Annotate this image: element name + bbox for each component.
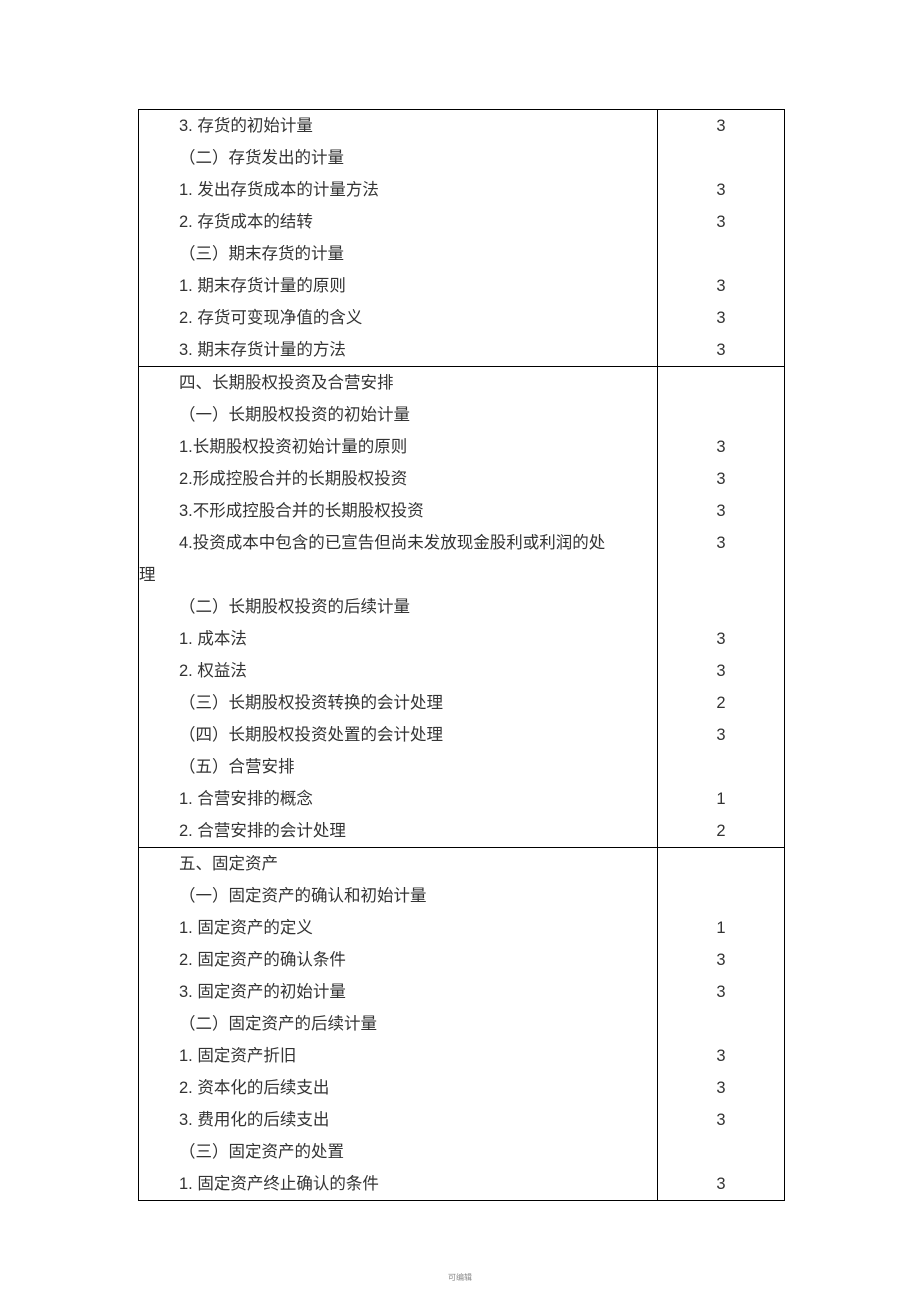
table-row: 五、固定资产（一）固定资产的确认和初始计量1. 固定资产的定义2. 固定资产的确…: [139, 848, 785, 1201]
outline-line: （四）长期股权投资处置的会计处理: [139, 719, 657, 751]
outline-line: 1. 期末存货计量的原则: [139, 270, 657, 302]
value-line: [658, 751, 784, 783]
outline-line: 四、长期股权投资及合营安排: [139, 367, 657, 399]
outline-line: 2. 存货成本的结转: [139, 206, 657, 238]
outline-cell: 五、固定资产（一）固定资产的确认和初始计量1. 固定资产的定义2. 固定资产的确…: [139, 848, 658, 1201]
outline-table: 3. 存货的初始计量（二）存货发出的计量1. 发出存货成本的计量方法2. 存货成…: [138, 109, 785, 1201]
value-line: 3: [658, 1104, 784, 1136]
outline-line: 3. 期末存货计量的方法: [139, 334, 657, 366]
outline-line: 1. 固定资产的定义: [139, 912, 657, 944]
page-footer: 可编辑: [0, 1272, 920, 1283]
outline-line: 2. 存货可变现净值的含义: [139, 302, 657, 334]
outline-cell: 四、长期股权投资及合营安排（一）长期股权投资的初始计量1.长期股权投资初始计量的…: [139, 367, 658, 848]
value-line: 3: [658, 1040, 784, 1072]
outline-line: （五）合营安排: [139, 751, 657, 783]
value-line: [658, 399, 784, 431]
value-line: 3: [658, 527, 784, 559]
value-line: 3: [658, 1072, 784, 1104]
value-line: 3: [658, 270, 784, 302]
outline-line: （二）固定资产的后续计量: [139, 1008, 657, 1040]
outline-line: 3. 固定资产的初始计量: [139, 976, 657, 1008]
table-row: 四、长期股权投资及合营安排（一）长期股权投资的初始计量1.长期股权投资初始计量的…: [139, 367, 785, 848]
value-line: 1: [658, 783, 784, 815]
value-line: 3: [658, 110, 784, 142]
value-line: [658, 880, 784, 912]
outline-cell: 3. 存货的初始计量（二）存货发出的计量1. 发出存货成本的计量方法2. 存货成…: [139, 110, 658, 367]
outline-line: 1. 固定资产折旧: [139, 1040, 657, 1072]
document-page: 3. 存货的初始计量（二）存货发出的计量1. 发出存货成本的计量方法2. 存货成…: [0, 0, 920, 1299]
value-line: [658, 1008, 784, 1040]
value-cell: 3333 3323 12: [658, 367, 785, 848]
value-line: 3: [658, 334, 784, 366]
outline-line: 2. 固定资产的确认条件: [139, 944, 657, 976]
value-line: [658, 1136, 784, 1168]
outline-line: （三）期末存货的计量: [139, 238, 657, 270]
outline-line: 4.投资成本中包含的已宣告但尚未发放现金股利或利润的处: [139, 527, 657, 559]
outline-line: 1. 合营安排的概念: [139, 783, 657, 815]
value-line: 1: [658, 912, 784, 944]
value-line: [658, 142, 784, 174]
value-line: 2: [658, 687, 784, 719]
outline-line: 1.长期股权投资初始计量的原则: [139, 431, 657, 463]
value-line: 3: [658, 174, 784, 206]
outline-line: （二）长期股权投资的后续计量: [139, 591, 657, 623]
value-line: 2: [658, 815, 784, 847]
outline-line: 五、固定资产: [139, 848, 657, 880]
outline-line: 1. 发出存货成本的计量方法: [139, 174, 657, 206]
value-line: [658, 848, 784, 880]
outline-line: （三）固定资产的处置: [139, 1136, 657, 1168]
value-line: 3: [658, 944, 784, 976]
outline-line: 2. 合营安排的会计处理: [139, 815, 657, 847]
value-line: [658, 367, 784, 399]
outline-line: （一）长期股权投资的初始计量: [139, 399, 657, 431]
value-line: 3: [658, 655, 784, 687]
value-line: 3: [658, 623, 784, 655]
outline-line: 2. 权益法: [139, 655, 657, 687]
value-cell: 3 33 333: [658, 110, 785, 367]
outline-line: 3. 费用化的后续支出: [139, 1104, 657, 1136]
outline-line: 3. 存货的初始计量: [139, 110, 657, 142]
value-line: [658, 591, 784, 623]
table-row: 3. 存货的初始计量（二）存货发出的计量1. 发出存货成本的计量方法2. 存货成…: [139, 110, 785, 367]
outline-line: （二）存货发出的计量: [139, 142, 657, 174]
outline-line: 理: [139, 559, 657, 591]
outline-line: 3.不形成控股合并的长期股权投资: [139, 495, 657, 527]
outline-line: 1. 固定资产终止确认的条件: [139, 1168, 657, 1200]
value-line: 3: [658, 431, 784, 463]
outline-line: （三）长期股权投资转换的会计处理: [139, 687, 657, 719]
outline-line: （一）固定资产的确认和初始计量: [139, 880, 657, 912]
value-line: 3: [658, 1168, 784, 1200]
outline-line: 2.形成控股合并的长期股权投资: [139, 463, 657, 495]
value-line: 3: [658, 976, 784, 1008]
value-line: 3: [658, 302, 784, 334]
value-line: [658, 238, 784, 270]
value-line: 3: [658, 719, 784, 751]
outline-line: 2. 资本化的后续支出: [139, 1072, 657, 1104]
value-line: 3: [658, 495, 784, 527]
outline-line: 1. 成本法: [139, 623, 657, 655]
value-line: 3: [658, 206, 784, 238]
value-line: [658, 559, 784, 591]
value-line: 3: [658, 463, 784, 495]
value-cell: 133 333 3: [658, 848, 785, 1201]
